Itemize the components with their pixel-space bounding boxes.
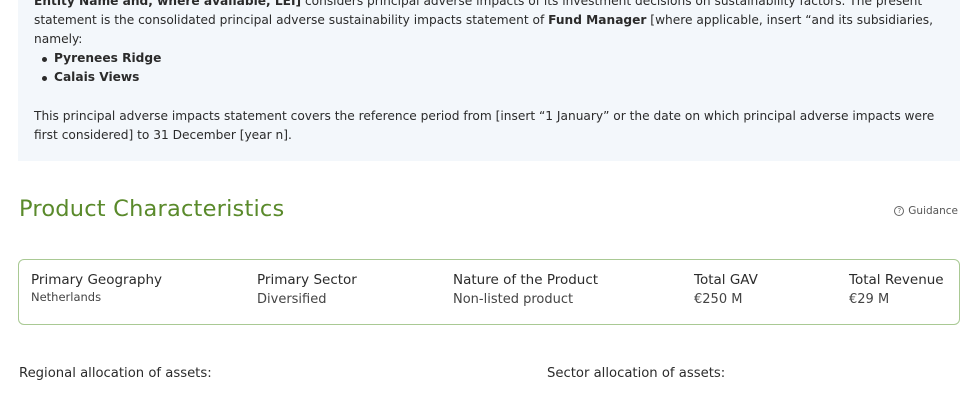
primary-geography: Primary Geography Netherlands <box>31 272 162 304</box>
total-revenue: Total Revenue €29 M <box>849 272 944 307</box>
regional-allocation-heading: Regional allocation of assets: <box>19 366 212 381</box>
sector-allocation-heading: Sector allocation of assets: <box>547 366 726 381</box>
subsidiary-list: Pyrenees Ridge Calais Views <box>40 49 161 87</box>
statement-line-1: Entity Name and, where available, LEI] c… <box>34 0 944 11</box>
total-revenue-label: Total Revenue <box>849 272 944 288</box>
product-characteristics-card: Primary Geography Netherlands Primary Se… <box>18 259 960 325</box>
statement-paragraph-1: statement is the consolidated principal … <box>34 11 944 49</box>
total-gav-label: Total GAV <box>694 272 758 288</box>
primary-geography-value: Netherlands <box>31 290 102 304</box>
pai-statement-box: Entity Name and, where available, LEI] c… <box>18 0 960 161</box>
nature-of-product-value: Non-listed product <box>453 292 574 307</box>
nature-of-product-label: Nature of the Product <box>453 272 599 288</box>
total-gav: Total GAV €250 M <box>694 272 758 307</box>
statement-line-1-rest: considers principal adverse impacts of i… <box>301 0 923 8</box>
nature-of-product: Nature of the Product Non-listed product <box>453 272 598 307</box>
primary-sector-label: Primary Sector <box>257 272 357 288</box>
fund-manager-text: Fund Manager <box>548 13 647 27</box>
primary-sector: Primary Sector Diversified <box>257 272 357 307</box>
primary-sector-value: Diversified <box>257 292 327 307</box>
total-revenue-value: €29 M <box>849 292 890 307</box>
list-item: Calais Views <box>40 68 161 87</box>
total-gav-value: €250 M <box>694 292 743 307</box>
entity-name-text: Entity Name and, where available, LEI] <box>34 0 302 8</box>
help-circle-icon: ? <box>894 206 905 216</box>
primary-geography-label: Primary Geography <box>31 272 162 288</box>
list-item: Pyrenees Ridge <box>40 49 161 68</box>
guidance-label: Guidance <box>908 205 958 217</box>
product-characteristics-title: Product Characteristics <box>19 196 285 222</box>
guidance-link[interactable]: ? Guidance <box>894 205 958 217</box>
statement-paragraph-2: This principal adverse impacts statement… <box>34 109 935 142</box>
statement-para1-pre: statement is the consolidated principal … <box>34 13 549 27</box>
